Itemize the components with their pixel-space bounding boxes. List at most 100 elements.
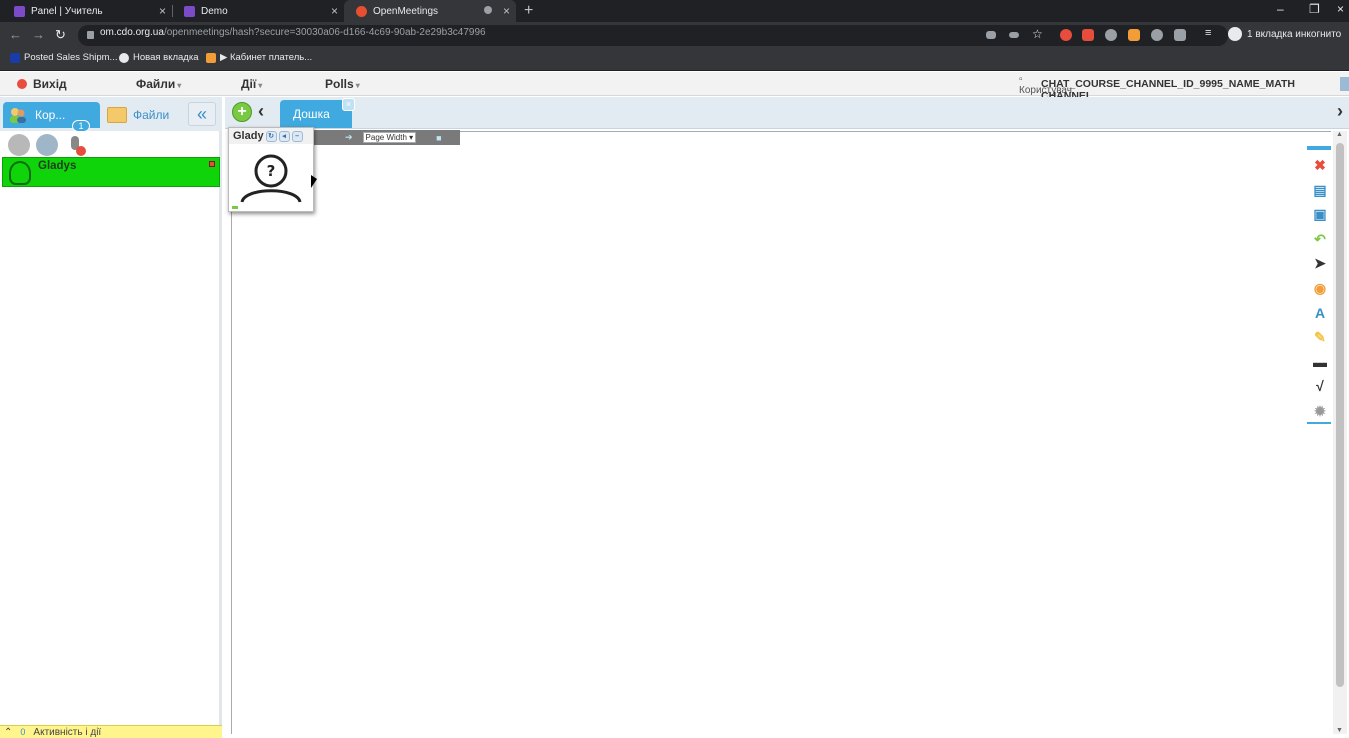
tab-users[interactable]: Кор... 1 bbox=[3, 102, 100, 132]
actions-menu[interactable]: Дії ▾ bbox=[241, 77, 262, 91]
new-tab-button[interactable]: + bbox=[524, 2, 533, 20]
bookmark-new-tab[interactable]: Новая вкладка bbox=[119, 52, 198, 63]
whiteboard-tools: ✖ ▤ ▣ ↶ ➤ ◉ A ✎ ▬ √ ✹ bbox=[1307, 146, 1331, 424]
tab-recording-icon bbox=[484, 6, 492, 14]
next-whiteboard-button[interactable]: › bbox=[1337, 101, 1343, 122]
whiteboard-area: + ‹ Дошка × › ➔ Page Width ▾ ■ Glady ↻ ◂… bbox=[225, 97, 1349, 738]
mouse-cursor-icon bbox=[311, 175, 317, 188]
add-whiteboard-button[interactable]: + bbox=[232, 102, 252, 122]
webcam-icon[interactable] bbox=[36, 134, 58, 156]
forward-arrow-icon[interactable]: → bbox=[32, 27, 45, 42]
volume-icon[interactable]: ◂ bbox=[278, 130, 290, 142]
incognito-label: 1 вкладка инкогнито bbox=[1247, 28, 1342, 40]
extension-red-icon[interactable] bbox=[1060, 29, 1072, 41]
refresh-icon[interactable]: ↻ bbox=[265, 130, 277, 142]
url-path: /openmeetings/hash?secure=30030a06-d166-… bbox=[163, 27, 486, 38]
browser-tab-openmeetings[interactable]: OpenMeetings × bbox=[344, 0, 516, 22]
video-pod-body: ? bbox=[229, 144, 313, 212]
close-tab-icon[interactable]: × bbox=[159, 4, 166, 18]
tab-users-label: Кор... bbox=[35, 108, 66, 122]
bookmark-icon bbox=[206, 52, 216, 63]
math-formula-icon[interactable]: √ bbox=[1311, 377, 1329, 395]
back-arrow-icon[interactable]: ← bbox=[9, 27, 22, 42]
activity-bar[interactable]: ⌃ 0 Активність і дії bbox=[0, 725, 222, 738]
collapse-sidebar-button[interactable]: « bbox=[188, 102, 216, 126]
close-tab-icon[interactable]: × bbox=[503, 4, 510, 18]
text-icon[interactable]: A bbox=[1311, 304, 1329, 322]
left-sidebar: Кор... 1 Файли « Gladys bbox=[0, 97, 222, 725]
whiteboard-tab[interactable]: Дошка × bbox=[280, 98, 355, 128]
scroll-up-icon[interactable]: ▲ bbox=[1336, 131, 1343, 138]
adblock-icon[interactable] bbox=[1082, 29, 1094, 41]
tab-files[interactable]: Файли bbox=[104, 102, 181, 128]
whiteboard-canvas[interactable] bbox=[231, 131, 1331, 734]
prev-whiteboard-button[interactable]: ‹ bbox=[258, 101, 264, 122]
chevron-down-icon: ▾ bbox=[258, 81, 263, 90]
video-pod-header[interactable]: Glady ↻ ◂ – bbox=[229, 128, 313, 144]
url-host: om.cdo.org.ua bbox=[100, 27, 164, 38]
pen-icon[interactable]: ◉ bbox=[1311, 279, 1329, 297]
room-menu-bar: Вихід Файли ▾ Дії ▾ Polls ▾ ▫ Користувач CHA… bbox=[0, 72, 1349, 102]
browser-tab-panel[interactable]: Panel | Учитель × bbox=[2, 0, 172, 22]
reload-icon[interactable]: ↻ bbox=[55, 27, 66, 43]
unknown-user-avatar-icon: ? bbox=[240, 154, 302, 203]
extension-w-icon[interactable] bbox=[1151, 29, 1163, 41]
openmeetings-favicon-icon bbox=[356, 5, 367, 17]
vertical-scrollbar[interactable]: ▲ ▼ bbox=[1333, 131, 1347, 734]
extension-pin-icon[interactable] bbox=[1174, 29, 1186, 41]
polls-menu[interactable]: Polls ▾ bbox=[325, 77, 360, 91]
polls-menu-label: Polls bbox=[325, 77, 354, 91]
microphone-muted-icon[interactable] bbox=[64, 134, 86, 156]
minimize-button[interactable]: – bbox=[1277, 2, 1284, 16]
zoom-select[interactable]: Page Width ▾ bbox=[362, 132, 417, 143]
user-name: Gladys bbox=[38, 160, 77, 172]
globe-icon bbox=[119, 52, 129, 63]
extension-orange-icon[interactable] bbox=[1128, 29, 1140, 41]
sidebar-tabs: Кор... 1 Файли « bbox=[0, 97, 222, 132]
key-icon[interactable] bbox=[1009, 32, 1019, 38]
settings-icon[interactable]: ✹ bbox=[1311, 402, 1329, 420]
arrow-right-icon[interactable]: ➔ bbox=[345, 132, 353, 143]
star-icon[interactable]: ☆ bbox=[1032, 27, 1044, 41]
close-window-button[interactable]: × bbox=[1337, 2, 1344, 16]
bookmark-label: ▶ Кабинет платель... bbox=[220, 52, 313, 63]
close-icon[interactable]: ✖ bbox=[1311, 156, 1329, 174]
reading-list-icon[interactable]: ≡ bbox=[1205, 27, 1217, 39]
pencil-icon[interactable]: ✎ bbox=[1311, 328, 1329, 346]
user-status-icon bbox=[209, 161, 215, 167]
demo-favicon-icon bbox=[184, 5, 195, 17]
close-icon[interactable]: × bbox=[342, 98, 355, 111]
new-document-icon[interactable]: ▤ bbox=[1311, 181, 1329, 199]
eraser-icon[interactable]: ▬ bbox=[1311, 353, 1329, 371]
url-text[interactable]: om.cdo.org.ua/openmeetings/hash?secure=3… bbox=[100, 27, 486, 38]
user-list-item[interactable]: Gladys bbox=[2, 157, 220, 187]
scroll-down-icon[interactable]: ▼ bbox=[1336, 727, 1343, 734]
camera-icon[interactable] bbox=[986, 31, 996, 39]
browser-tab-demo[interactable]: Demo × bbox=[172, 0, 344, 22]
scrollbar-thumb[interactable] bbox=[1336, 143, 1344, 687]
chevron-down-icon: ▾ bbox=[177, 81, 182, 90]
exit-menu-item[interactable]: Вихід bbox=[17, 77, 67, 91]
bookmark-cabinet[interactable]: ▶ Кабинет платель... bbox=[206, 52, 312, 63]
incognito-indicator[interactable]: 1 вкладка инкогнито bbox=[1228, 27, 1341, 41]
extension-circle-icon[interactable] bbox=[1105, 29, 1117, 41]
video-pod[interactable]: Glady ↻ ◂ – ? bbox=[228, 127, 314, 212]
panel-favicon-icon bbox=[14, 5, 25, 17]
bookmark-posted-sales[interactable]: Posted Sales Shipm... bbox=[10, 52, 117, 63]
fullscreen-icon[interactable]: ■ bbox=[436, 133, 441, 143]
chevron-down-icon: ▾ bbox=[355, 81, 360, 90]
close-tab-icon[interactable]: × bbox=[331, 4, 338, 18]
settings-gear-icon[interactable] bbox=[8, 134, 30, 156]
minimize-icon[interactable]: – bbox=[291, 130, 303, 142]
save-icon[interactable]: ▣ bbox=[1311, 205, 1329, 223]
undo-icon[interactable]: ↶ bbox=[1311, 230, 1329, 248]
pointer-icon[interactable]: ➤ bbox=[1311, 254, 1329, 272]
tab-files-label: Файли bbox=[133, 108, 170, 122]
room-edge-icon bbox=[1340, 77, 1349, 91]
bookmark-label: Новая вкладка bbox=[133, 52, 199, 63]
folder-icon bbox=[107, 107, 127, 123]
files-menu[interactable]: Файли ▾ bbox=[136, 77, 181, 91]
restore-button[interactable]: ❐ bbox=[1309, 2, 1320, 16]
exit-icon bbox=[17, 79, 27, 89]
bookmarks-bar: Posted Sales Shipm... Новая вкладка ▶ Ка… bbox=[0, 49, 1349, 71]
